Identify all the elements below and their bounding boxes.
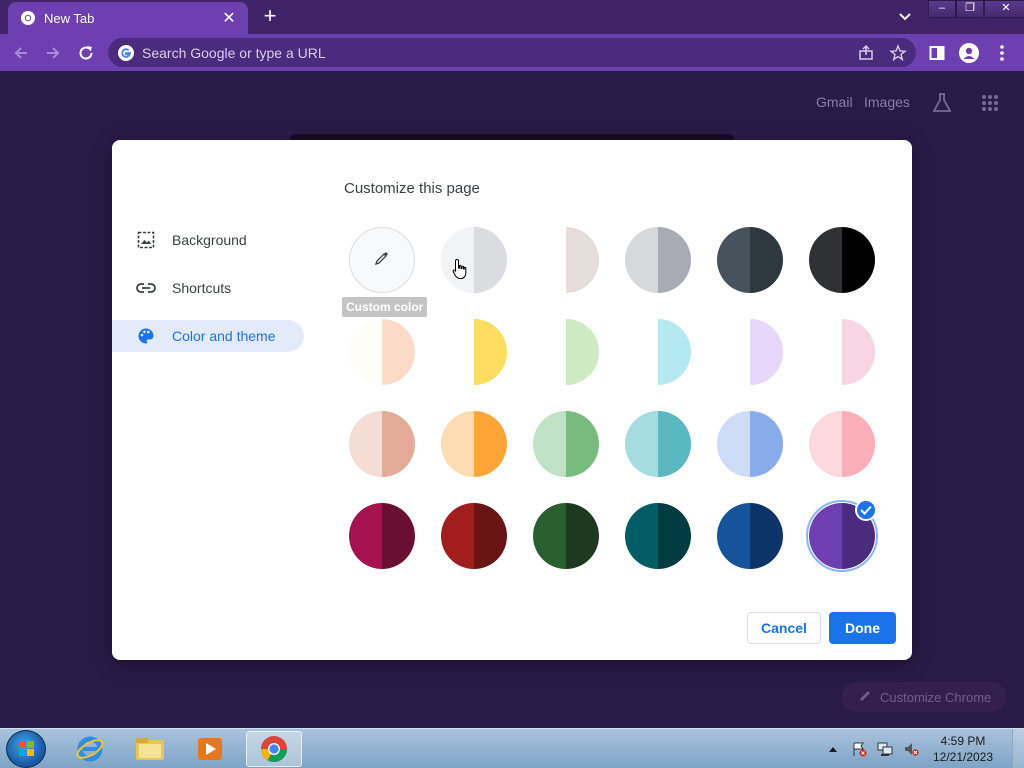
show-desktop-button[interactable] <box>1012 729 1024 768</box>
media-player-icon[interactable] <box>182 731 238 767</box>
eyedropper-icon <box>374 250 390 271</box>
apps-grid-icon[interactable] <box>981 94 999 117</box>
chrome-favicon-icon <box>20 10 36 26</box>
theme-swatch[interactable] <box>717 227 783 293</box>
google-g-icon <box>118 44 134 61</box>
customize-chrome-label: Customize Chrome <box>880 689 992 705</box>
theme-swatch[interactable] <box>625 319 691 385</box>
theme-swatch[interactable] <box>533 411 599 477</box>
close-window-button[interactable]: ✕ <box>984 0 1024 18</box>
clock-date: 12/21/2023 <box>932 750 994 764</box>
theme-swatch[interactable] <box>349 319 415 385</box>
tab-title: New Tab <box>44 10 95 26</box>
cancel-button[interactable]: Cancel <box>747 612 821 644</box>
theme-swatch[interactable] <box>533 227 599 293</box>
share-icon[interactable] <box>855 42 877 64</box>
more-menu-icon[interactable] <box>991 42 1013 64</box>
images-link[interactable]: Images <box>864 94 910 110</box>
theme-swatch[interactable] <box>625 503 691 569</box>
file-explorer-icon[interactable] <box>122 731 178 767</box>
tab-strip: New Tab ✕ + – ❐ ✕ <box>0 0 1024 34</box>
start-button[interactable] <box>6 730 46 768</box>
customize-dialog: Customize this page Background Shortcuts… <box>112 140 912 660</box>
internet-explorer-icon[interactable] <box>62 731 118 767</box>
reload-icon[interactable] <box>75 42 97 64</box>
sidebar-item-label: Background <box>172 232 247 248</box>
palette-icon <box>136 326 156 346</box>
sidebar-item-background[interactable]: Background <box>112 224 304 256</box>
custom-color-tooltip: Custom color <box>342 297 428 317</box>
theme-swatch[interactable] <box>717 411 783 477</box>
customize-chrome-button[interactable]: Customize Chrome <box>842 682 1006 712</box>
browser-toolbar <box>0 34 1024 71</box>
theme-swatch[interactable] <box>441 227 507 293</box>
pencil-icon <box>858 689 872 706</box>
theme-swatch[interactable] <box>533 503 599 569</box>
tab-new-tab[interactable]: New Tab ✕ <box>8 2 248 34</box>
theme-swatch[interactable] <box>809 227 875 293</box>
omnibox[interactable] <box>108 38 916 67</box>
action-center-flag-icon[interactable] <box>850 740 868 758</box>
theme-swatch[interactable] <box>349 411 415 477</box>
link-icon <box>136 278 156 298</box>
theme-swatch[interactable] <box>809 411 875 477</box>
system-tray: 4:59 PM 12/21/2023 <box>824 729 1024 768</box>
done-button[interactable]: Done <box>829 612 896 644</box>
bookmark-star-icon[interactable] <box>887 42 909 64</box>
dialog-title: Customize this page <box>344 180 480 197</box>
selected-check-icon <box>855 499 877 521</box>
sidebar-item-label: Shortcuts <box>172 280 232 296</box>
theme-swatch[interactable] <box>349 503 415 569</box>
tab-search-icon[interactable] <box>895 8 915 26</box>
new-tab-button[interactable]: + <box>258 5 282 29</box>
volume-muted-icon[interactable] <box>902 740 920 758</box>
theme-swatch[interactable] <box>625 411 691 477</box>
theme-swatch[interactable] <box>441 411 507 477</box>
restore-button[interactable]: ❐ <box>956 0 984 18</box>
labs-flask-icon[interactable] <box>931 92 953 119</box>
theme-swatch[interactable] <box>625 227 691 293</box>
minimize-button[interactable]: – <box>928 0 956 18</box>
chrome-taskbar-icon[interactable] <box>246 731 302 767</box>
image-icon <box>136 230 156 250</box>
gmail-link[interactable]: Gmail <box>816 94 853 110</box>
custom-color-swatch[interactable] <box>349 227 415 293</box>
hand-cursor-icon <box>452 258 468 280</box>
side-panel-icon[interactable] <box>926 42 948 64</box>
back-arrow-icon[interactable] <box>10 42 32 64</box>
theme-swatch[interactable] <box>533 319 599 385</box>
taskbar-clock[interactable]: 4:59 PM 12/21/2023 <box>928 733 998 765</box>
omnibox-input[interactable] <box>142 44 832 61</box>
theme-swatch[interactable] <box>441 319 507 385</box>
tab-close-icon[interactable]: ✕ <box>220 8 238 28</box>
sidebar-item-color-and-theme[interactable]: Color and theme <box>112 320 304 352</box>
sidebar-item-shortcuts[interactable]: Shortcuts <box>112 272 304 304</box>
profile-avatar-icon[interactable] <box>958 42 980 64</box>
theme-swatch[interactable] <box>717 319 783 385</box>
forward-arrow-icon[interactable] <box>42 42 64 64</box>
theme-swatch[interactable] <box>717 503 783 569</box>
theme-swatch[interactable] <box>441 503 507 569</box>
sidebar-item-label: Color and theme <box>172 328 276 344</box>
network-icon[interactable] <box>876 740 894 758</box>
clock-time: 4:59 PM <box>940 734 986 748</box>
window-controls: – ❐ ✕ <box>928 0 1024 18</box>
windows-taskbar: 4:59 PM 12/21/2023 <box>0 728 1024 768</box>
theme-swatch[interactable] <box>809 319 875 385</box>
show-hidden-icons-icon[interactable] <box>824 740 842 758</box>
